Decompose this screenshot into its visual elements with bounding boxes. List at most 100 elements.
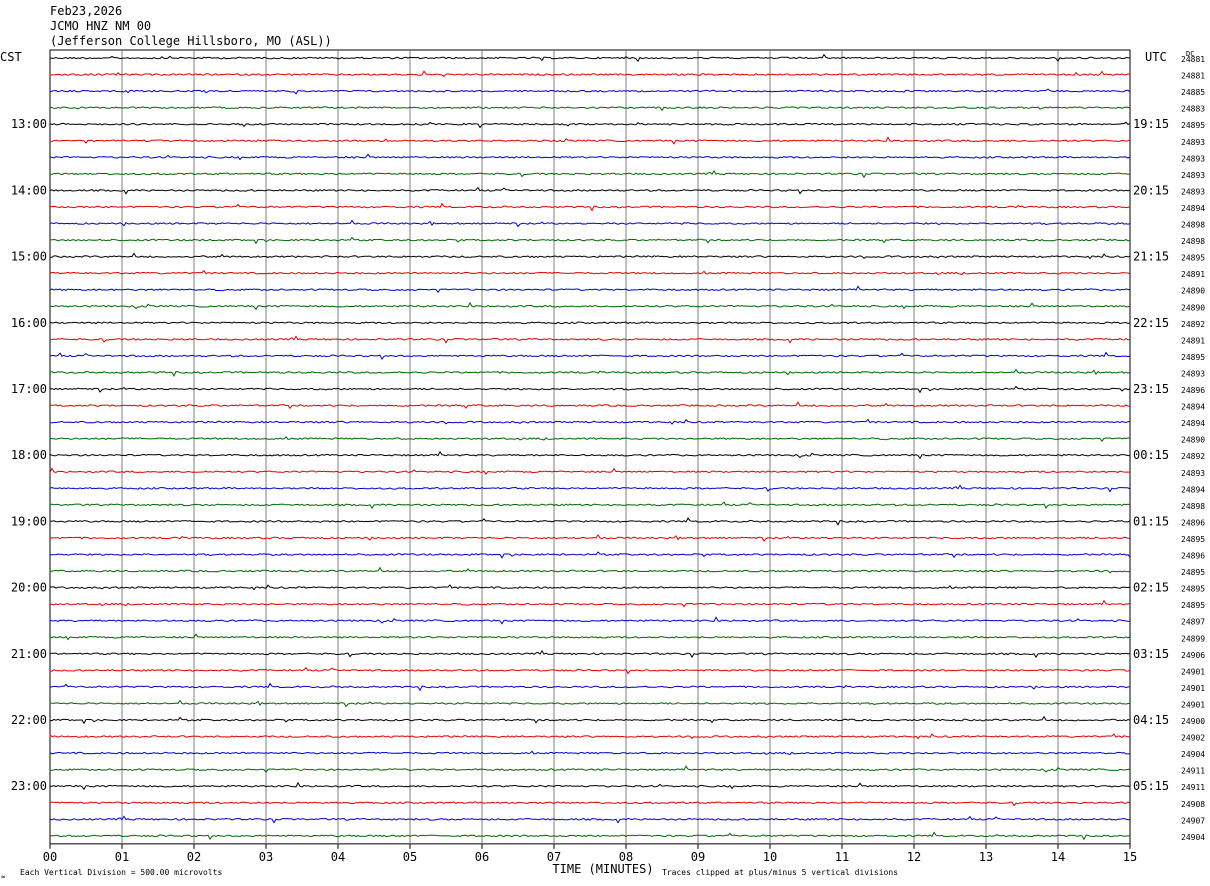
dc-offset-value: 24911	[1181, 783, 1205, 792]
trace-row	[49, 88, 1131, 95]
x-tick-label: 09	[691, 850, 705, 864]
utc-hour-label: 20:15	[1133, 183, 1169, 197]
dc-offset-value: 24896	[1181, 518, 1205, 527]
dc-offset-value: 24911	[1181, 767, 1205, 776]
x-tick-label: 15	[1123, 850, 1137, 864]
trace-row	[49, 831, 1131, 841]
dc-offset-value: 24895	[1181, 121, 1205, 130]
dc-offset-value: 24893	[1181, 171, 1205, 180]
trace-row	[49, 335, 1131, 344]
dc-offset-value: 24891	[1181, 270, 1205, 279]
trace-row	[49, 599, 1131, 608]
dc-offset-value: 24900	[1181, 717, 1205, 726]
dc-offset-value: 24895	[1181, 601, 1205, 610]
trace-row	[49, 633, 1131, 641]
left-timezone-label: CST	[0, 50, 22, 64]
trace-row	[49, 765, 1131, 774]
clip-note: Traces clipped at plus/minus 5 vertical …	[662, 868, 898, 877]
dc-offset-value: 24904	[1181, 750, 1205, 759]
dc-offset-value: 24906	[1181, 651, 1205, 660]
dc-offset-value: 24895	[1181, 254, 1205, 263]
right-timezone-label: UTC	[1145, 50, 1167, 64]
trace-row	[49, 70, 1131, 78]
trace-row	[49, 750, 1130, 755]
trace-row	[49, 566, 1131, 574]
trace-row	[49, 236, 1131, 245]
trace-row	[49, 351, 1131, 361]
utc-hour-label: 04:15	[1133, 713, 1169, 727]
trace-row	[49, 436, 1130, 443]
dc-offset-value: 24893	[1181, 369, 1205, 378]
dc-offset-value: 24881	[1181, 55, 1205, 64]
trace-row	[49, 285, 1131, 294]
dc-offset-value: 24902	[1181, 734, 1205, 743]
trace-row	[49, 551, 1131, 559]
cst-hour-label: 21:00	[11, 647, 47, 661]
x-tick-label: 03	[259, 850, 273, 864]
x-tick-label: 11	[835, 850, 849, 864]
cst-hour-label: 15:00	[11, 250, 47, 264]
dc-offset-value: 24901	[1181, 684, 1205, 693]
utc-hour-label: 05:15	[1133, 779, 1169, 793]
dc-offset-value: 24893	[1181, 469, 1205, 478]
utc-hour-label: 03:15	[1133, 647, 1169, 661]
dc-offset-value: 24881	[1181, 72, 1205, 81]
trace-row	[49, 616, 1131, 625]
x-tick-label: 10	[763, 850, 777, 864]
x-tick-label: 13	[979, 850, 993, 864]
trace-row	[49, 815, 1131, 824]
cst-hour-label: 23:00	[11, 779, 47, 793]
utc-hour-label: 01:15	[1133, 514, 1169, 528]
dc-offset-value: 24895	[1181, 568, 1205, 577]
trace-row	[49, 666, 1131, 675]
cst-hour-label: 19:00	[11, 514, 47, 528]
cst-hour-label: 14:00	[11, 183, 47, 197]
utc-hour-label: 23:15	[1133, 382, 1169, 396]
dc-offset-value: 24890	[1181, 303, 1205, 312]
dc-offset-value: 24894	[1181, 485, 1205, 494]
trace-row	[49, 584, 1131, 591]
utc-hour-label: 22:15	[1133, 316, 1169, 330]
cst-hour-label: 18:00	[11, 448, 47, 462]
dc-offset-value: 24904	[1181, 833, 1205, 842]
trace-row	[49, 467, 1131, 475]
dc-offset-value: 24894	[1181, 204, 1205, 213]
cst-hour-label: 16:00	[11, 316, 47, 330]
x-tick-label: 06	[475, 850, 489, 864]
dc-offset-value: 24898	[1181, 221, 1205, 230]
corner-mark: ≈	[1, 873, 5, 881]
cst-hour-label: 17:00	[11, 382, 47, 396]
trace-row	[49, 649, 1131, 659]
dc-offset-value: 24901	[1181, 700, 1205, 709]
trace-row	[49, 801, 1131, 807]
dc-offset-value: 24885	[1181, 88, 1205, 97]
trace-row	[49, 733, 1130, 740]
trace-row	[49, 252, 1131, 260]
trace-row	[49, 368, 1131, 377]
trace-row	[49, 202, 1131, 212]
trace-row	[49, 534, 1131, 542]
x-tick-label: 14	[1051, 850, 1065, 864]
cst-hour-label: 20:00	[11, 581, 47, 595]
trace-row	[49, 301, 1131, 311]
dc-offset-value: 24893	[1181, 154, 1205, 163]
dc-offset-value: 24893	[1181, 138, 1205, 147]
dc-offset-value: 24901	[1181, 667, 1205, 676]
dc-offset-value: 24907	[1181, 816, 1205, 825]
x-tick-label: 04	[331, 850, 345, 864]
dc-offset-value: 24893	[1181, 187, 1205, 196]
trace-row	[49, 501, 1131, 510]
dc-offset-value: 24891	[1181, 336, 1205, 345]
trace-row	[49, 219, 1131, 228]
trace-row	[49, 121, 1131, 129]
x-tick-label: 12	[907, 850, 921, 864]
dc-offset-value: 24892	[1181, 320, 1205, 329]
trace-row	[49, 401, 1131, 410]
dc-offset-value: 24899	[1181, 634, 1205, 643]
trace-row	[49, 517, 1131, 526]
trace-row	[49, 418, 1131, 425]
dc-offset-value: 24883	[1181, 105, 1205, 114]
dc-offset-value: 24897	[1181, 618, 1205, 627]
dc-offset-value: 24895	[1181, 353, 1205, 362]
trace-row	[49, 106, 1131, 112]
